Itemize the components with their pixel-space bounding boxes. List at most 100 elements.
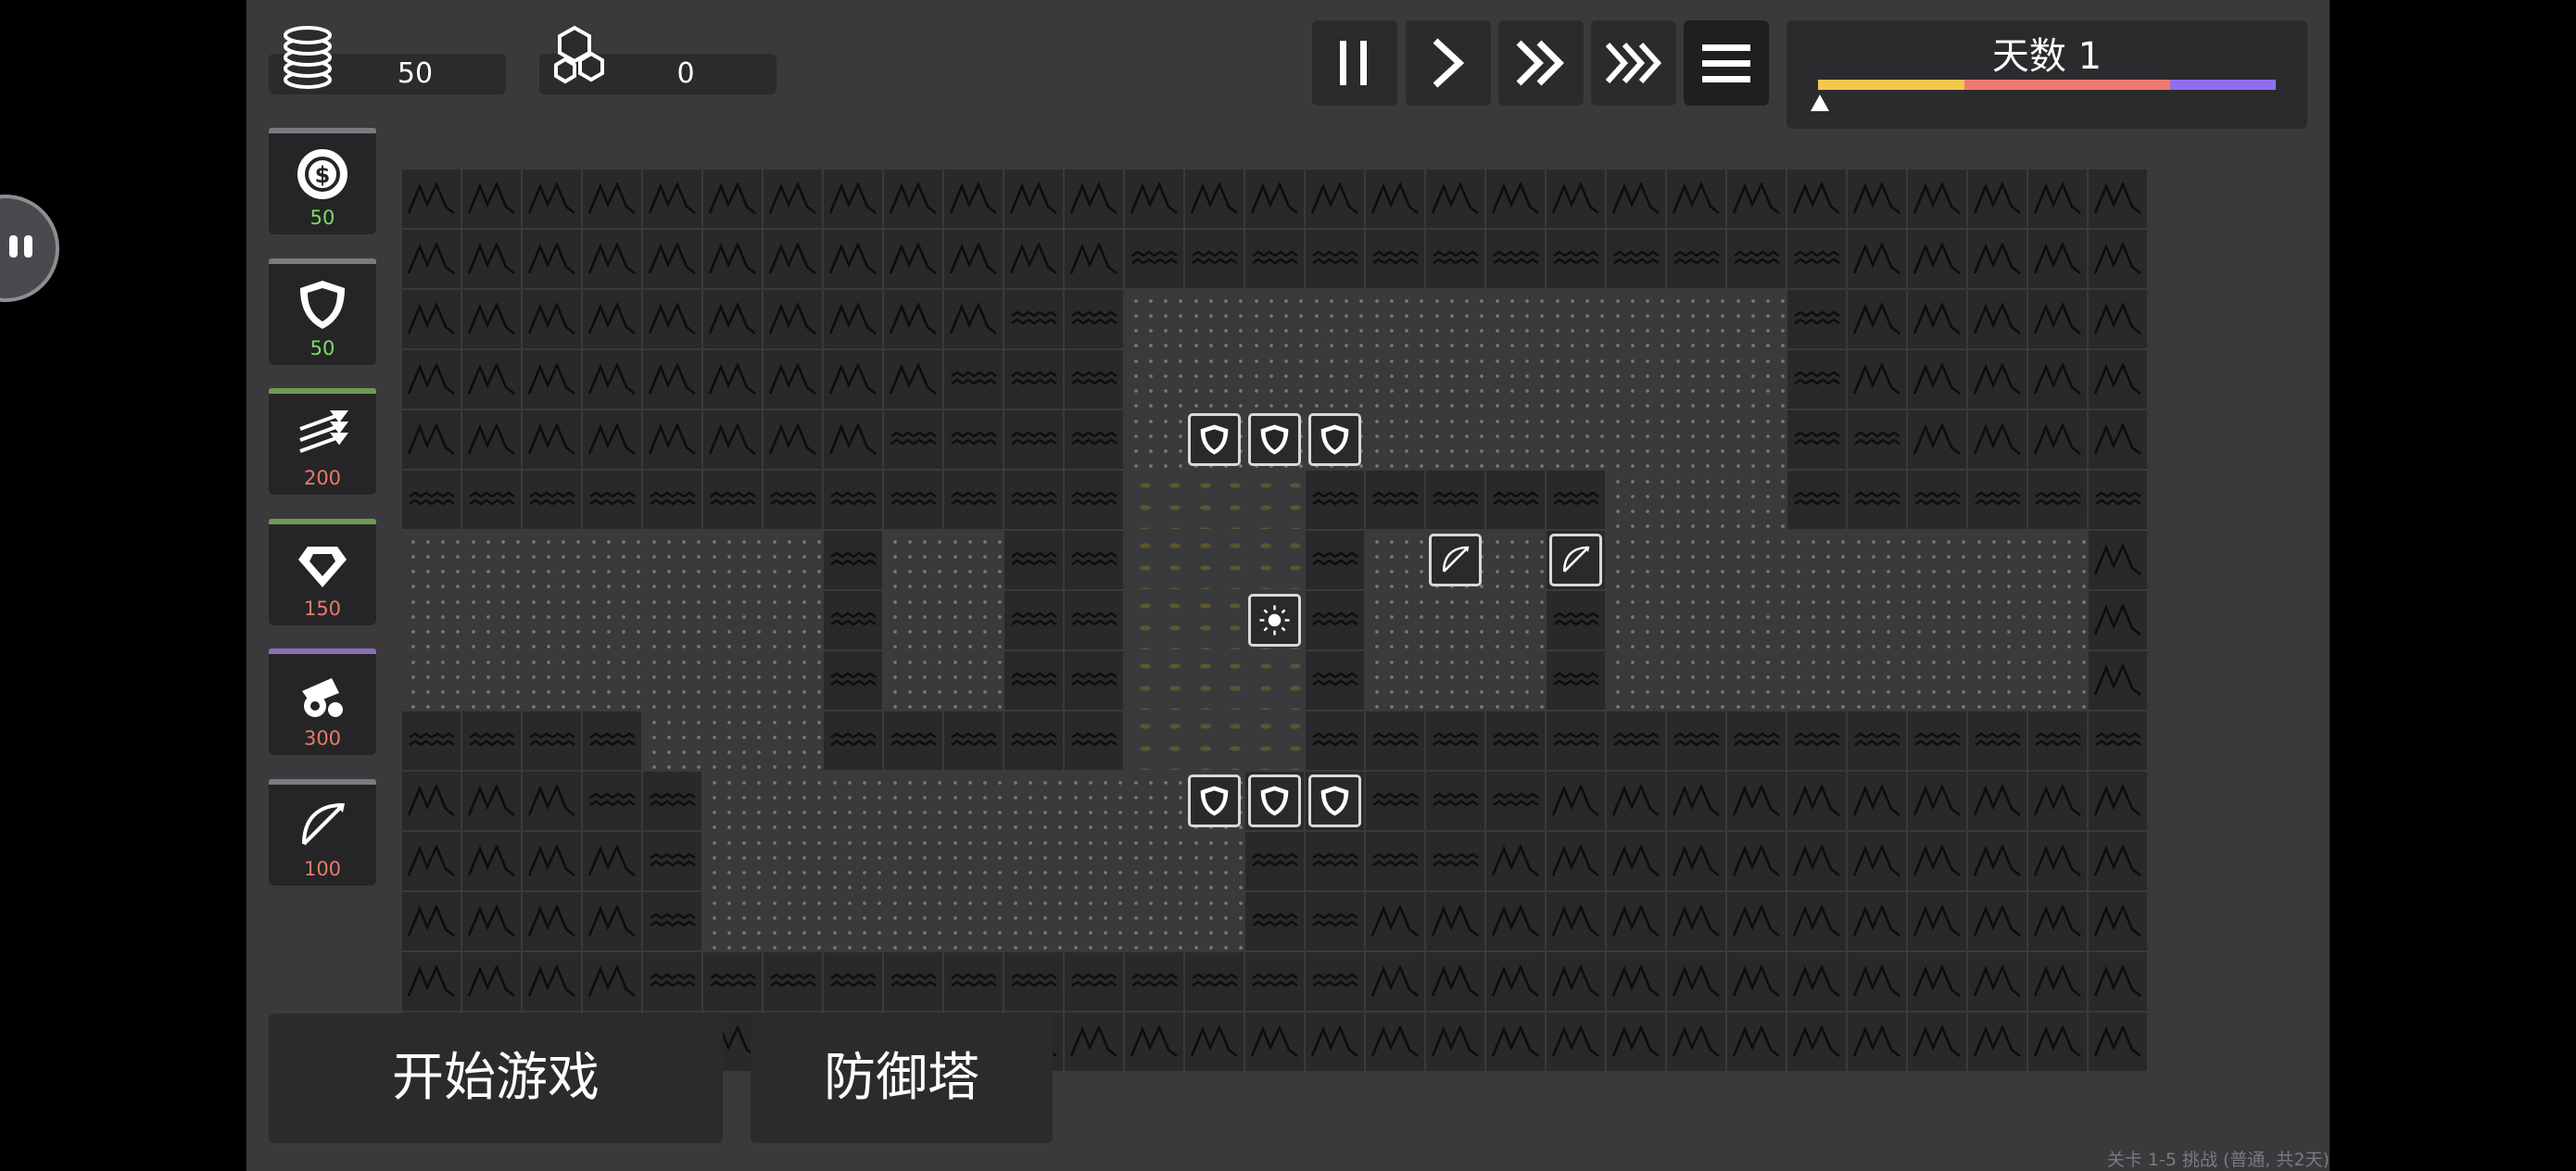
mountain-tile[interactable] [2089, 1013, 2147, 1071]
water-tile[interactable] [1065, 711, 1123, 770]
ground-tile[interactable] [523, 591, 581, 649]
water-tile[interactable] [1486, 230, 1545, 288]
mountain-tile[interactable] [402, 772, 461, 830]
ground-tile[interactable] [703, 651, 762, 710]
path-tile[interactable] [1185, 471, 1244, 529]
water-tile[interactable] [944, 410, 1003, 469]
ground-tile[interactable] [2028, 591, 2087, 649]
ground-tile[interactable] [703, 531, 762, 589]
mountain-tile[interactable] [1848, 832, 1906, 890]
water-tile[interactable] [1004, 290, 1063, 348]
mountain-tile[interactable] [764, 170, 822, 228]
mountain-tile[interactable] [1366, 1013, 1424, 1071]
water-tile[interactable] [1004, 591, 1063, 649]
path-tile[interactable] [1185, 531, 1244, 589]
ground-tile[interactable] [1667, 410, 1725, 469]
path-tile[interactable] [1125, 531, 1183, 589]
ground-tile[interactable] [1065, 892, 1123, 951]
mountain-tile[interactable] [764, 290, 822, 348]
ground-tile[interactable] [944, 832, 1003, 890]
ground-tile[interactable] [583, 531, 641, 589]
ground-tile[interactable] [824, 892, 882, 951]
ground-tile[interactable] [1727, 471, 1786, 529]
water-tile[interactable] [1426, 772, 1484, 830]
mountain-tile[interactable] [1607, 1013, 1665, 1071]
mountain-tile[interactable] [1968, 170, 2027, 228]
mountain-tile[interactable] [1727, 892, 1786, 951]
ground-tile[interactable] [1667, 531, 1725, 589]
mountain-tile[interactable] [643, 230, 701, 288]
mountain-tile[interactable] [402, 832, 461, 890]
ground-tile[interactable] [1185, 290, 1244, 348]
water-tile[interactable] [1547, 651, 1605, 710]
path-tile[interactable] [1245, 711, 1304, 770]
mountain-tile[interactable] [1125, 1013, 1183, 1071]
ground-tile[interactable] [1667, 651, 1725, 710]
water-tile[interactable] [1245, 952, 1304, 1011]
water-tile[interactable] [643, 772, 701, 830]
ground-tile[interactable] [2028, 651, 2087, 710]
start-game-button[interactable]: 开始游戏 [269, 1014, 723, 1143]
ground-tile[interactable] [1185, 350, 1244, 409]
water-tile[interactable] [1366, 772, 1424, 830]
ground-tile[interactable] [1426, 410, 1484, 469]
ground-tile[interactable] [764, 711, 822, 770]
ground-tile[interactable] [944, 651, 1003, 710]
mountain-tile[interactable] [944, 290, 1003, 348]
ground-tile[interactable] [764, 531, 822, 589]
mountain-tile[interactable] [1787, 1013, 1846, 1071]
water-tile[interactable] [1306, 711, 1364, 770]
water-tile[interactable] [643, 471, 701, 529]
arrow-tower-button[interactable]: 200 [269, 388, 376, 495]
ground-tile[interactable] [884, 651, 942, 710]
mountain-tile[interactable] [1547, 772, 1605, 830]
ground-tile[interactable] [764, 651, 822, 710]
mountain-tile[interactable] [1908, 952, 1966, 1011]
path-tile[interactable] [1125, 471, 1183, 529]
mountain-tile[interactable] [1848, 1013, 1906, 1071]
mountain-tile[interactable] [1607, 892, 1665, 951]
ground-tile[interactable] [1245, 290, 1304, 348]
water-tile[interactable] [1667, 230, 1725, 288]
mountain-tile[interactable] [1667, 952, 1725, 1011]
mountain-tile[interactable] [583, 952, 641, 1011]
mountain-tile[interactable] [1607, 170, 1665, 228]
water-tile[interactable] [1065, 531, 1123, 589]
ground-tile[interactable] [1125, 892, 1183, 951]
ground-tile[interactable] [1968, 591, 2027, 649]
water-tile[interactable] [1306, 531, 1364, 589]
mountain-tile[interactable] [1968, 290, 2027, 348]
mountain-tile[interactable] [523, 230, 581, 288]
ground-tile[interactable] [1065, 832, 1123, 890]
mountain-tile[interactable] [1667, 832, 1725, 890]
water-tile[interactable] [1667, 711, 1725, 770]
mountain-tile[interactable] [1908, 230, 1966, 288]
water-tile[interactable] [1426, 832, 1484, 890]
ground-tile[interactable] [1667, 290, 1725, 348]
water-tile[interactable] [643, 892, 701, 951]
ground-tile[interactable] [1727, 591, 1786, 649]
water-tile[interactable] [1787, 471, 1846, 529]
mountain-tile[interactable] [2028, 892, 2087, 951]
water-tile[interactable] [944, 952, 1003, 1011]
mountain-tile[interactable] [2089, 230, 2147, 288]
ground-tile[interactable] [1787, 651, 1846, 710]
water-tile[interactable] [1306, 651, 1364, 710]
mountain-tile[interactable] [2089, 410, 2147, 469]
path-tile[interactable] [1125, 711, 1183, 770]
ground-tile[interactable] [462, 651, 521, 710]
placed-tower[interactable] [1549, 534, 1602, 586]
ground-tile[interactable] [1908, 591, 1966, 649]
mountain-tile[interactable] [703, 290, 762, 348]
mountain-tile[interactable] [1968, 410, 2027, 469]
ground-tile[interactable] [1366, 591, 1424, 649]
mountain-tile[interactable] [1366, 170, 1424, 228]
water-tile[interactable] [1486, 711, 1545, 770]
mountain-tile[interactable] [462, 410, 521, 469]
ground-tile[interactable] [1787, 591, 1846, 649]
play-button[interactable] [1406, 20, 1491, 106]
ground-tile[interactable] [1426, 350, 1484, 409]
mountain-tile[interactable] [2089, 591, 2147, 649]
water-tile[interactable] [1727, 230, 1786, 288]
mountain-tile[interactable] [1908, 350, 1966, 409]
